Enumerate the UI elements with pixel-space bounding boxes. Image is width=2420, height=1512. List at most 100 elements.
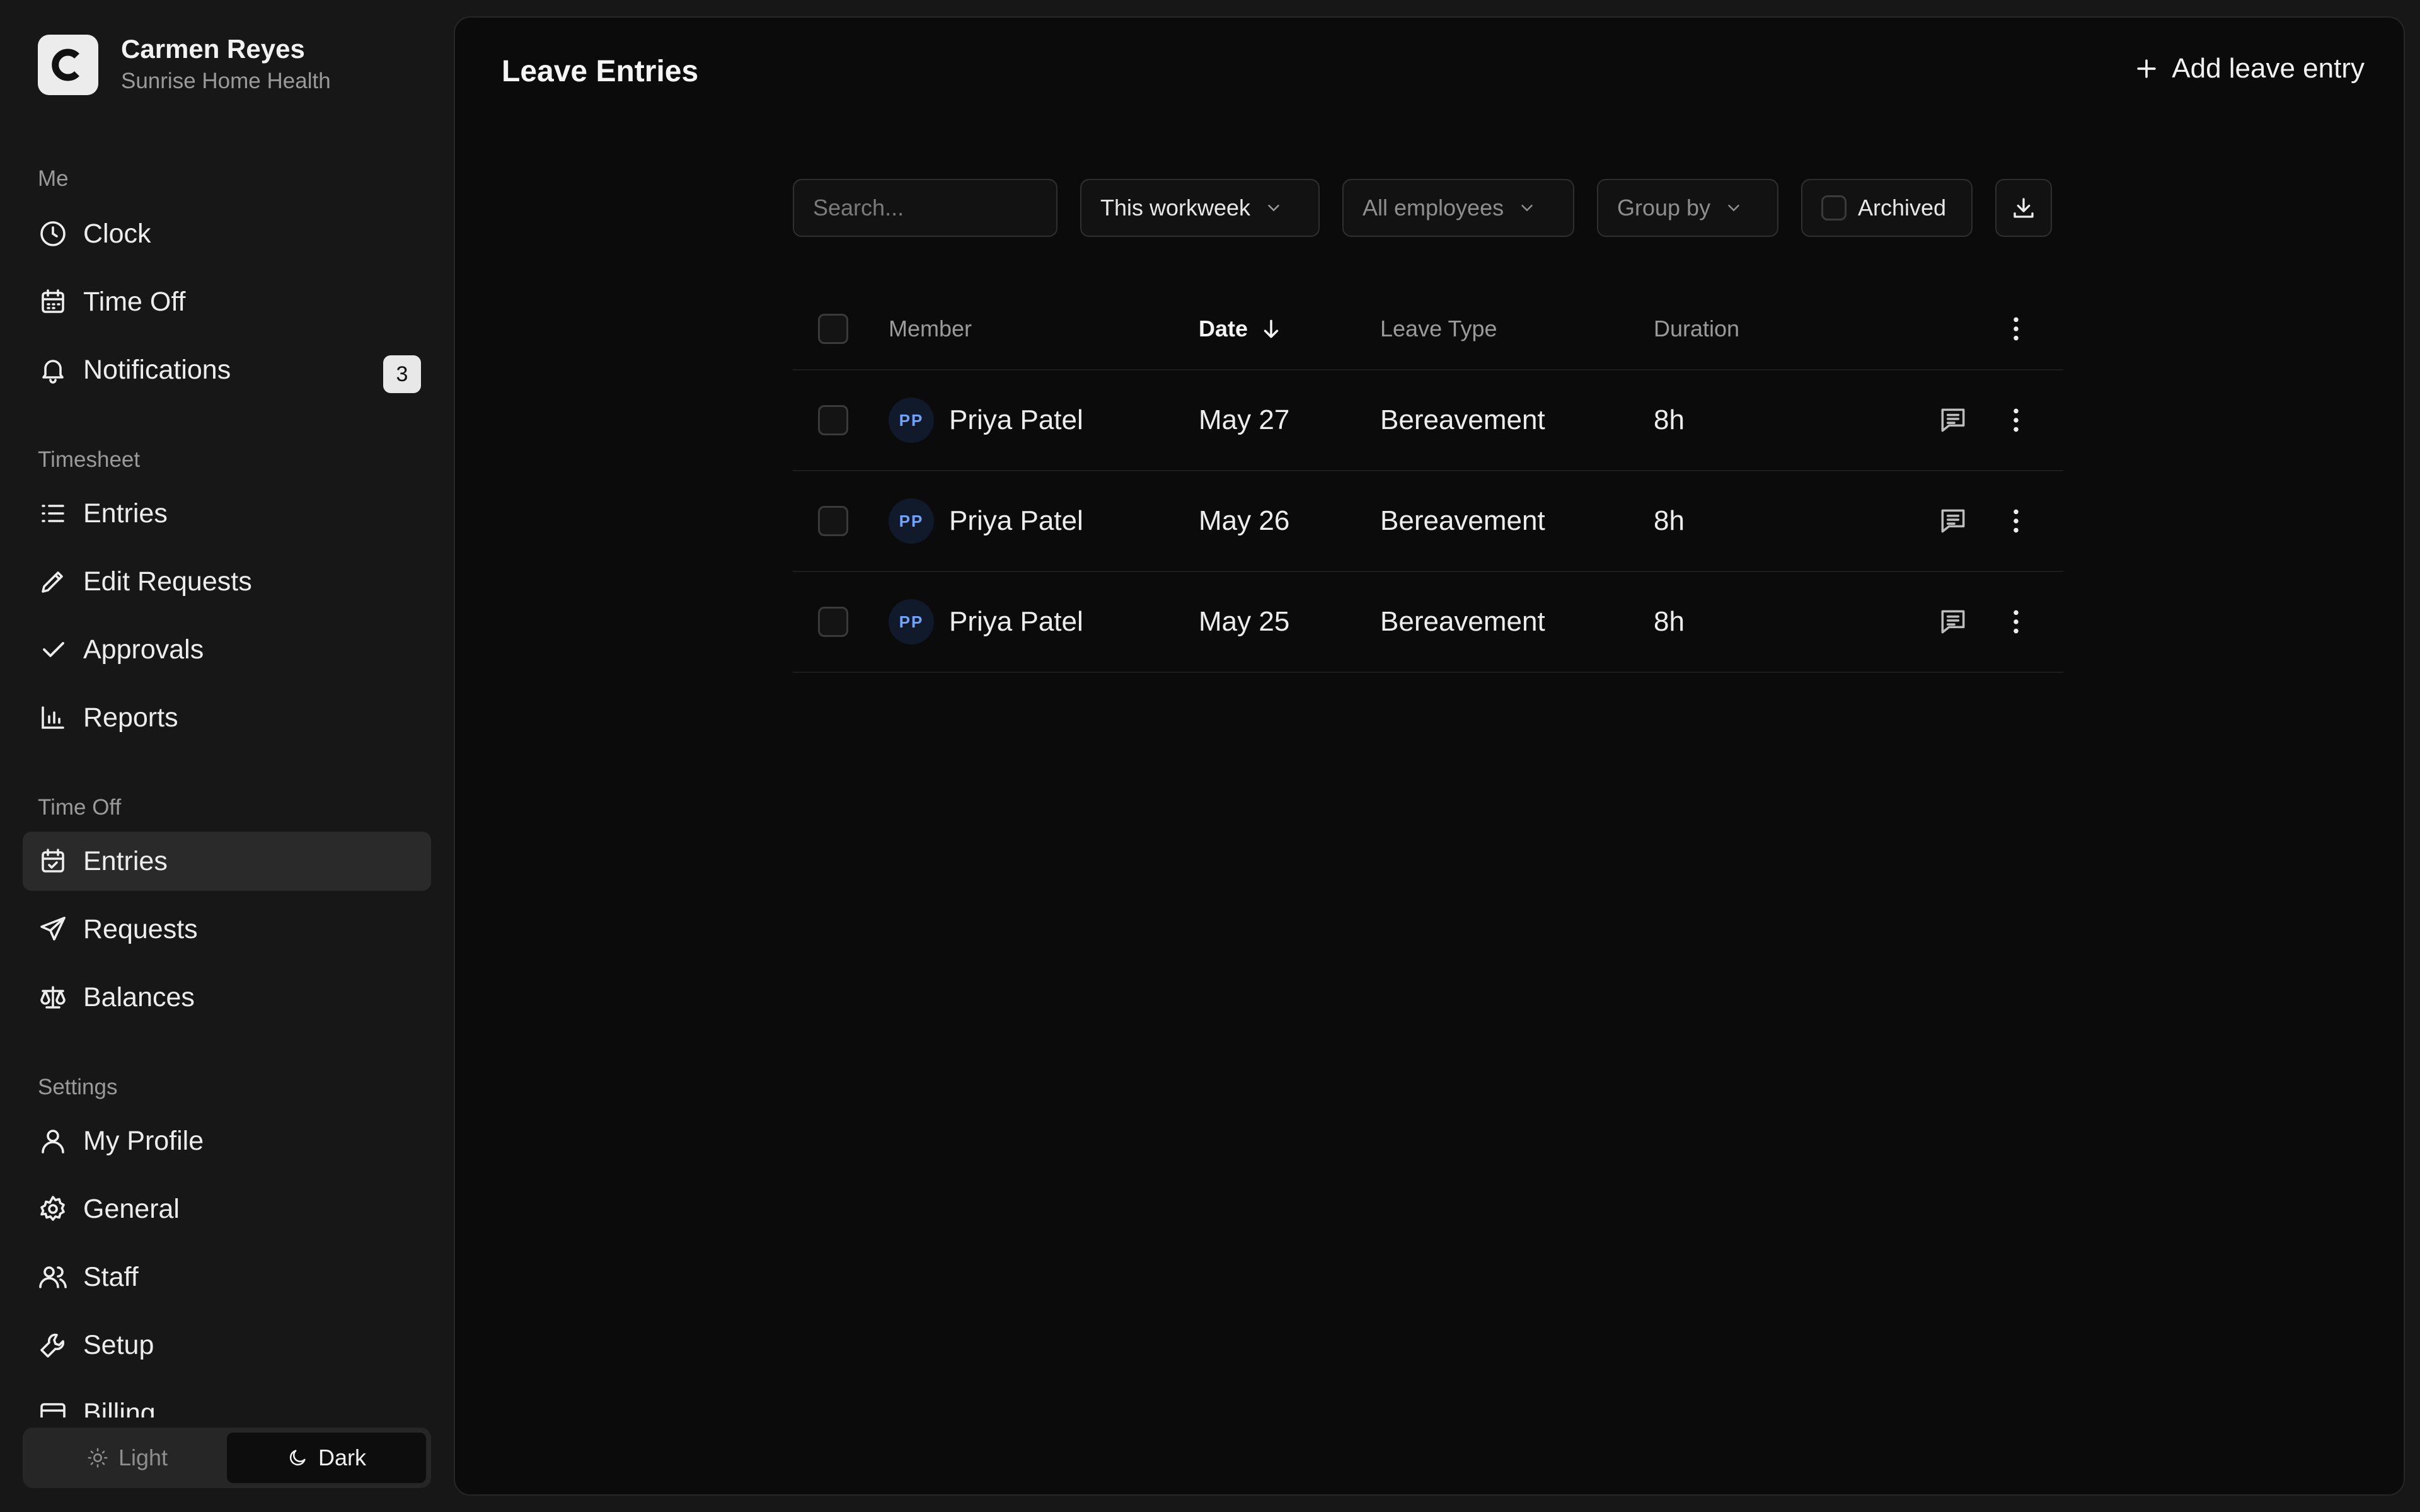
select-all-checkbox[interactable]: [818, 314, 848, 344]
credit-card-icon: [40, 1403, 66, 1418]
chevron-down-icon: [1268, 205, 1279, 212]
search-input[interactable]: [813, 195, 1037, 221]
sidebar-item-time-off-entries[interactable]: Entries: [23, 832, 431, 891]
sidebar-item-setup[interactable]: Setup: [23, 1315, 431, 1375]
sidebar-item-time-off[interactable]: Time Off: [23, 272, 431, 331]
comment-icon: [1941, 610, 1965, 634]
org-logo: C: [38, 35, 98, 95]
row-actions-button[interactable]: [2000, 370, 2032, 470]
more-vertical-icon: [2014, 408, 2019, 432]
sidebar-item-timesheet-entries[interactable]: Entries: [23, 484, 431, 543]
row-checkbox[interactable]: [818, 405, 848, 435]
sidebar-item-approvals[interactable]: Approvals: [23, 620, 431, 679]
arrow-down-icon: [1264, 319, 1279, 338]
search-box[interactable]: [793, 179, 1057, 237]
sidebar-item-general[interactable]: General: [23, 1179, 431, 1239]
entry-date: May 27: [1199, 404, 1290, 435]
users-icon: [39, 1266, 67, 1288]
employee-select[interactable]: All employees: [1342, 179, 1574, 237]
more-vertical-icon: [2014, 509, 2019, 533]
user-icon: [42, 1130, 64, 1154]
bell-icon: [42, 360, 64, 384]
column-header-date[interactable]: Date: [1199, 289, 1283, 369]
scale-icon: [40, 986, 66, 1009]
notification-count-badge: 3: [383, 355, 421, 393]
calendar-check-icon: [42, 849, 64, 873]
member-name: Priya Patel: [949, 606, 1083, 637]
sidebar-item-notifications[interactable]: Notifications 3: [23, 340, 431, 399]
column-options-button[interactable]: [2000, 289, 2032, 369]
sidebar-item-edit-requests[interactable]: Edit Requests: [23, 552, 431, 611]
sidebar-item-my-profile[interactable]: My Profile: [23, 1111, 431, 1171]
section-label-settings: Settings: [38, 1075, 118, 1099]
filter-toolbar: This workweek All employees Group by Arc…: [793, 179, 2052, 237]
wrench-icon: [40, 1333, 65, 1358]
comment-icon: [1941, 509, 1965, 533]
add-leave-entry-button[interactable]: Add leave entry: [2133, 53, 2365, 84]
sidebar-item-billing[interactable]: Billing: [23, 1383, 431, 1418]
bar-chart-icon: [42, 706, 64, 729]
table-row[interactable]: PP Priya Patel May 26 Bereavement 8h: [793, 471, 2063, 572]
row-checkbox[interactable]: [818, 506, 848, 536]
pencil-icon: [42, 571, 63, 593]
send-icon: [40, 917, 66, 941]
comment-button[interactable]: [1937, 471, 1969, 571]
download-button[interactable]: [1995, 179, 2052, 237]
sidebar: C Carmen Reyes Sunrise Home Health Me Cl…: [0, 0, 454, 1512]
comment-icon: [1941, 408, 1965, 432]
theme-light-button[interactable]: Light: [28, 1433, 227, 1483]
chevron-down-icon: [1521, 205, 1533, 212]
table-row[interactable]: PP Priya Patel May 27 Bereavement 8h: [793, 370, 2063, 471]
sidebar-item-clock[interactable]: Clock: [23, 204, 431, 263]
duration: 8h: [1654, 404, 1685, 435]
group-by-select[interactable]: Group by: [1597, 179, 1778, 237]
sidebar-item-staff[interactable]: Staff: [23, 1247, 431, 1307]
comment-button[interactable]: [1937, 572, 1969, 672]
download-icon: [2014, 198, 2034, 218]
comment-button[interactable]: [1937, 370, 1969, 470]
leave-entries-table: Member Date Leave Type Duration PP Priya…: [793, 289, 2063, 673]
row-checkbox[interactable]: [818, 607, 848, 637]
theme-toggle: Light Dark: [23, 1428, 431, 1488]
list-icon: [42, 505, 64, 522]
gear-icon: [40, 1196, 65, 1221]
avatar: PP: [889, 398, 934, 443]
plus-icon: [2137, 59, 2156, 78]
account-name: Carmen Reyes: [121, 34, 305, 64]
more-vertical-icon: [2014, 317, 2019, 341]
member-name: Priya Patel: [949, 505, 1083, 536]
main-panel: Leave Entries Add leave entry This workw…: [454, 16, 2405, 1496]
archived-toggle[interactable]: Archived: [1801, 179, 1973, 237]
row-actions-button[interactable]: [2000, 471, 2032, 571]
duration: 8h: [1654, 505, 1685, 536]
table-row[interactable]: PP Priya Patel May 25 Bereavement 8h: [793, 572, 2063, 673]
section-label-time-off: Time Off: [38, 795, 122, 820]
clock-icon: [40, 221, 66, 246]
sidebar-item-balances[interactable]: Balances: [23, 968, 431, 1027]
period-select[interactable]: This workweek: [1080, 179, 1320, 237]
sidebar-item-reports[interactable]: Reports: [23, 688, 431, 747]
leave-type: Bereavement: [1380, 404, 1545, 435]
column-header-duration[interactable]: Duration: [1654, 289, 1739, 369]
column-header-leave-type[interactable]: Leave Type: [1380, 289, 1497, 369]
section-label-me: Me: [38, 166, 69, 191]
entry-date: May 26: [1199, 505, 1290, 536]
theme-dark-button[interactable]: Dark: [227, 1433, 426, 1483]
moon-icon: [289, 1450, 306, 1466]
org-name: Sunrise Home Health: [121, 69, 331, 93]
section-label-timesheet: Timesheet: [38, 447, 141, 472]
row-actions-button[interactable]: [2000, 572, 2032, 672]
more-vertical-icon: [2014, 610, 2019, 634]
column-header-member[interactable]: Member: [889, 289, 972, 369]
calendar-icon: [42, 289, 64, 313]
sidebar-item-requests[interactable]: Requests: [23, 900, 431, 959]
page-title: Leave Entries: [502, 55, 699, 88]
table-header: Member Date Leave Type Duration: [793, 289, 2063, 370]
check-icon: [43, 642, 64, 657]
chevron-down-icon: [1728, 205, 1739, 212]
archived-checkbox[interactable]: [1821, 195, 1847, 220]
sidebar-nav[interactable]: Me Clock Time Off Notifications 3 Timesh…: [0, 151, 454, 1418]
avatar: PP: [889, 498, 934, 544]
account-switcher[interactable]: C Carmen Reyes Sunrise Home Health: [38, 33, 331, 97]
leave-type: Bereavement: [1380, 505, 1545, 536]
